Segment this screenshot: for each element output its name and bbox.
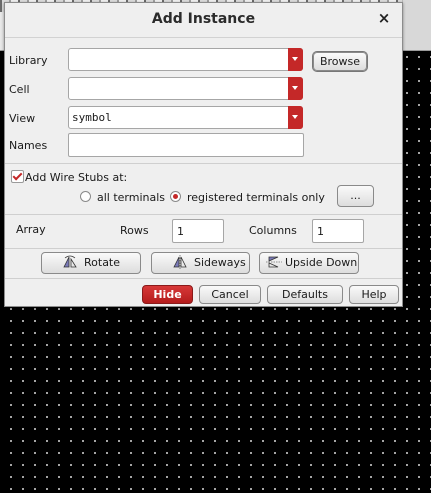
sideways-icon: [173, 255, 187, 269]
hide-label: Hide: [153, 288, 182, 301]
library-combo[interactable]: [68, 48, 303, 71]
registered-terminals-label: registered terminals only: [187, 191, 325, 204]
view-dropdown-arrow-icon[interactable]: [288, 106, 303, 129]
more-options-label: ...: [350, 189, 361, 202]
help-label: Help: [361, 288, 387, 301]
more-options-button[interactable]: ...: [337, 185, 374, 207]
defaults-button[interactable]: Defaults: [267, 285, 343, 304]
separator: [5, 278, 402, 279]
rotate-label: Rotate: [84, 256, 121, 269]
cell-label: Cell: [9, 83, 30, 96]
names-label: Names: [9, 139, 48, 152]
cell-dropdown-arrow-icon[interactable]: [288, 77, 303, 100]
columns-label: Columns: [249, 224, 297, 237]
upside-down-button[interactable]: Upside Down: [259, 252, 359, 274]
rotate-button[interactable]: Rotate: [41, 252, 141, 274]
add-instance-dialog: Add Instance × Library Browse Cell View …: [4, 2, 403, 307]
upside-down-icon: [266, 256, 282, 268]
cancel-label: Cancel: [211, 288, 249, 301]
separator: [5, 248, 402, 249]
names-input[interactable]: [68, 133, 304, 157]
array-label: Array: [16, 223, 46, 236]
sideways-label: Sideways: [194, 256, 246, 269]
add-wire-stubs-checkbox[interactable]: [11, 170, 24, 183]
rows-label: Rows: [120, 224, 149, 237]
cancel-button[interactable]: Cancel: [199, 285, 261, 304]
browse-button[interactable]: Browse: [313, 52, 367, 71]
upside-down-label: Upside Down: [285, 256, 358, 269]
rows-input[interactable]: 1: [172, 219, 224, 243]
view-combo[interactable]: symbol: [68, 106, 303, 129]
separator: [5, 214, 402, 215]
rows-value: 1: [177, 225, 184, 238]
library-dropdown-arrow-icon[interactable]: [288, 48, 303, 71]
sideways-button[interactable]: Sideways: [151, 252, 250, 274]
view-label: View: [9, 112, 36, 125]
close-icon[interactable]: ×: [375, 9, 393, 27]
view-value: symbol: [72, 111, 112, 124]
dialog-title: Add Instance: [151, 11, 256, 27]
separator: [5, 163, 402, 164]
rotate-icon: [63, 255, 77, 268]
browse-button-label: Browse: [319, 55, 361, 68]
library-label: Library: [9, 54, 48, 67]
dialog-titlebar[interactable]: Add Instance ×: [5, 3, 402, 38]
columns-value: 1: [317, 225, 324, 238]
background-window-edge: [402, 0, 431, 50]
cell-combo[interactable]: [68, 77, 303, 100]
registered-terminals-radio[interactable]: [170, 191, 181, 202]
add-wire-stubs-label: Add Wire Stubs at:: [25, 171, 128, 184]
all-terminals-radio[interactable]: [80, 191, 91, 202]
help-button[interactable]: Help: [349, 285, 399, 304]
columns-input[interactable]: 1: [312, 219, 364, 243]
hide-button[interactable]: Hide: [142, 285, 193, 304]
defaults-label: Defaults: [282, 288, 328, 301]
all-terminals-label: all terminals: [97, 191, 166, 204]
